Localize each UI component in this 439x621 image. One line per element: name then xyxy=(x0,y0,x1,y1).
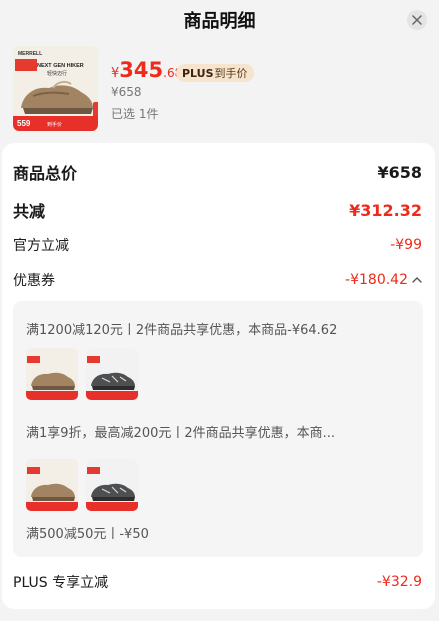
coupon-product-thumb xyxy=(86,459,138,511)
page-title: 商品明细 xyxy=(183,11,256,32)
coupon-product-thumb xyxy=(86,348,138,400)
price-integer: 345 xyxy=(119,58,164,82)
svg-text:NEXT GEN HIKER: NEXT GEN HIKER xyxy=(37,63,84,69)
tan-shoe-image xyxy=(26,348,78,400)
selected-count: 已选 1件 xyxy=(111,107,159,121)
original-price: ¥658 xyxy=(111,85,142,99)
product-thumbnail[interactable]: MERRELL NEXT GEN HIKER 轻快迈行 559 到手价 xyxy=(13,46,98,131)
svg-text:MERRELL: MERRELL xyxy=(18,51,42,57)
total-row: 商品总价 ¥658 xyxy=(13,160,422,184)
chevron-up-icon[interactable] xyxy=(412,276,422,284)
plus-badge-label: PLUS xyxy=(182,66,214,80)
reduce-value: ¥312.32 xyxy=(349,200,422,220)
coupon-detail-text: 满500减50元丨-¥50 xyxy=(26,527,149,542)
svg-text:到手价: 到手价 xyxy=(47,121,62,128)
official-discount-row: 官方立减 -¥99 xyxy=(13,235,422,255)
plus-discount-value: -¥32.9 xyxy=(376,574,422,590)
gray-shoe-image xyxy=(86,348,138,400)
plus-badge-text: 到手价 xyxy=(214,67,248,80)
tan-shoe-image xyxy=(26,459,78,511)
svg-text:559: 559 xyxy=(17,119,31,128)
svg-text:轻快迈行: 轻快迈行 xyxy=(47,70,67,77)
plus-price-badge: PLUS 到手价 xyxy=(176,64,254,82)
shoe-image: MERRELL NEXT GEN HIKER 轻快迈行 559 到手价 xyxy=(13,46,98,131)
total-value: ¥658 xyxy=(377,162,422,182)
official-discount-label: 官方立减 xyxy=(13,238,69,254)
total-label: 商品总价 xyxy=(13,164,78,183)
coupon-row[interactable]: 优惠券 -¥180.42 xyxy=(13,270,422,290)
reduce-row: 共减 ¥312.32 xyxy=(13,198,422,222)
coupon-product-thumb xyxy=(26,459,78,511)
coupon-detail-panel: 满1200减120元丨2件商品共享优惠，本商品-¥64.62 满1享9折，最高减… xyxy=(13,301,423,557)
coupon-product-thumbs xyxy=(26,459,138,511)
coupon-value: -¥180.42 xyxy=(345,272,408,288)
coupon-product-thumbs xyxy=(26,348,138,400)
sheet-header: 商品明细 xyxy=(0,0,439,40)
coupon-detail-text: 满1200减120元丨2件商品共享优惠，本商品-¥64.62 xyxy=(26,323,338,338)
coupon-label: 优惠券 xyxy=(13,273,55,289)
plus-discount-label: PLUS 专享立减 xyxy=(13,575,109,591)
close-icon xyxy=(412,15,422,25)
plus-discount-row: PLUS 专享立减 -¥32.9 xyxy=(13,572,422,592)
price: ¥ 345 .68 xyxy=(111,58,182,82)
official-discount-value: -¥99 xyxy=(390,237,422,253)
gray-shoe-image xyxy=(86,459,138,511)
close-button[interactable] xyxy=(407,10,427,30)
price-detail-card: 商品总价 ¥658 共减 ¥312.32 官方立减 -¥99 优惠券 -¥180… xyxy=(2,143,435,609)
coupon-product-thumb xyxy=(26,348,78,400)
product-info: MERRELL NEXT GEN HIKER 轻快迈行 559 到手价 ¥ 34… xyxy=(0,44,439,136)
price-currency: ¥ xyxy=(111,66,120,81)
reduce-label: 共减 xyxy=(13,202,46,221)
coupon-detail-text: 满1享9折，最高减200元丨2件商品共享优惠，本商... xyxy=(26,426,336,441)
coupon-value-wrap: -¥180.42 xyxy=(345,272,422,288)
